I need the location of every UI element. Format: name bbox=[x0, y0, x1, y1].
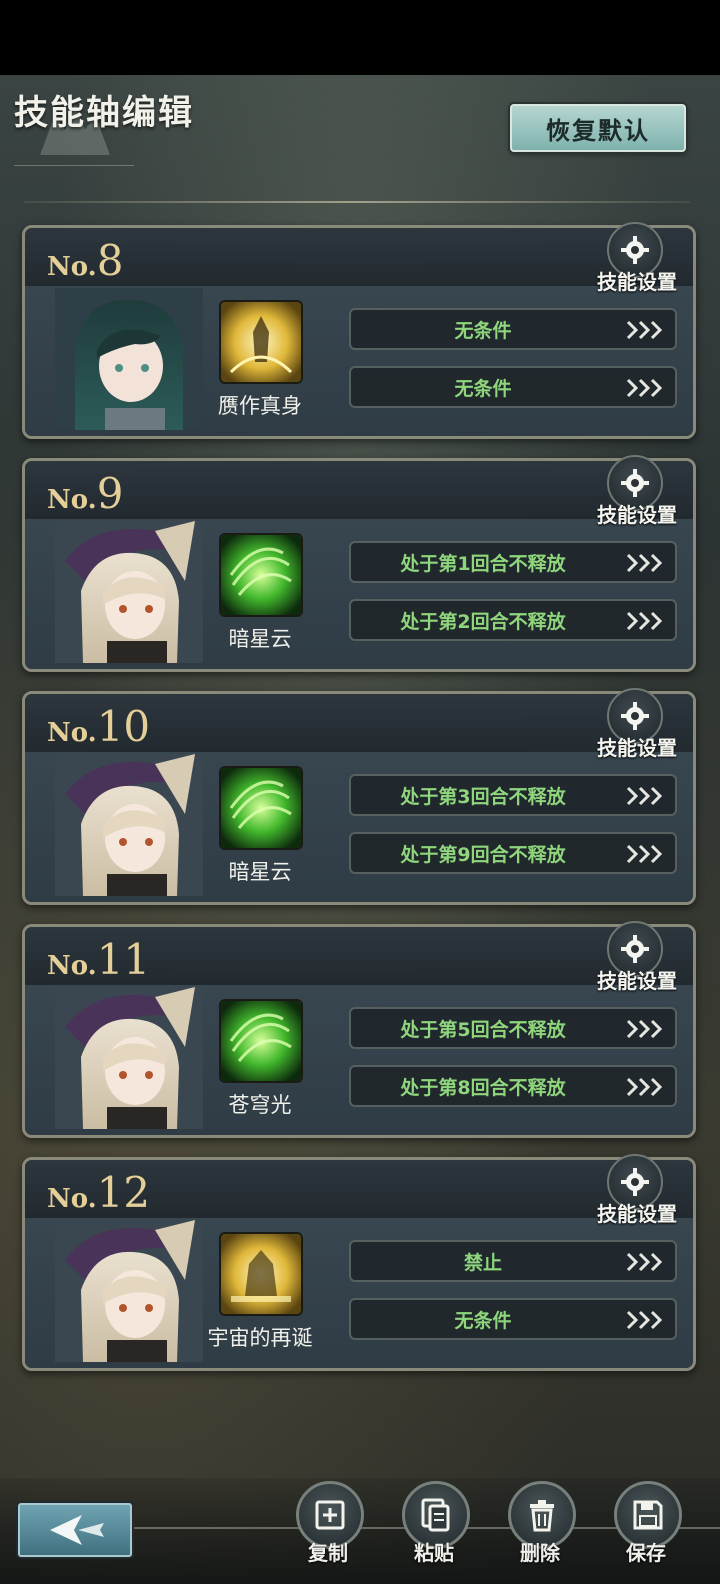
condition-button[interactable]: 无条件 bbox=[349, 1298, 677, 1340]
slot-number: No.11 bbox=[47, 935, 151, 984]
slot-number: No.8 bbox=[47, 236, 124, 285]
green-swirl-icon[interactable] bbox=[219, 533, 303, 617]
slot-number: No.12 bbox=[47, 1168, 151, 1217]
title-underline bbox=[14, 165, 134, 166]
condition-button[interactable]: 处于第1回合不释放 bbox=[349, 541, 677, 583]
skill-name: 苍穹光 bbox=[228, 1093, 292, 1117]
triple-chevron-icon bbox=[626, 320, 663, 340]
skill-settings-label[interactable]: 技能设置 bbox=[595, 1198, 679, 1227]
skill-name: 暗星云 bbox=[228, 627, 292, 651]
skill-slot-card: No.12 技能设置 宇宙的再诞 禁止 无条件 bbox=[22, 1154, 696, 1371]
skill-settings-label[interactable]: 技能设置 bbox=[595, 266, 679, 295]
skill-settings-label[interactable]: 技能设置 bbox=[595, 732, 679, 761]
condition-button[interactable]: 禁止 bbox=[349, 1240, 677, 1282]
character-portrait bbox=[55, 987, 203, 1129]
triple-chevron-icon bbox=[626, 1310, 663, 1330]
paste-button[interactable]: 粘贴 bbox=[400, 1481, 470, 1581]
triple-chevron-icon bbox=[626, 844, 663, 864]
skill-name: 宇宙的再诞 bbox=[207, 1326, 313, 1350]
triple-chevron-icon bbox=[626, 378, 663, 398]
character-portrait bbox=[55, 754, 203, 896]
golden-figure-icon[interactable] bbox=[219, 300, 303, 384]
triple-chevron-icon bbox=[626, 1019, 663, 1039]
card-header bbox=[25, 461, 693, 519]
triple-chevron-icon bbox=[626, 786, 663, 806]
condition-button[interactable]: 处于第3回合不释放 bbox=[349, 774, 677, 816]
reset-default-button[interactable]: 恢复默认 bbox=[510, 104, 686, 152]
triple-chevron-icon bbox=[626, 1077, 663, 1097]
delete-label: 删除 bbox=[520, 1541, 560, 1565]
skill-slot-card: No.10 技能设置 暗星云 处于第3回合不释放 处于第9回合不释放 bbox=[22, 688, 696, 905]
back-arrow-icon bbox=[50, 1515, 104, 1545]
skill-settings-label[interactable]: 技能设置 bbox=[595, 965, 679, 994]
skill-settings-label[interactable]: 技能设置 bbox=[595, 499, 679, 528]
condition-button[interactable]: 处于第5回合不释放 bbox=[349, 1007, 677, 1049]
slot-number: No.10 bbox=[47, 702, 151, 751]
condition-button[interactable]: 处于第9回合不释放 bbox=[349, 832, 677, 874]
condition-button[interactable]: 处于第2回合不释放 bbox=[349, 599, 677, 641]
character-portrait bbox=[55, 521, 203, 663]
header-divider bbox=[24, 201, 690, 203]
skill-slot-card: No.11 技能设置 苍穹光 处于第5回合不释放 处于第8回合不释放 bbox=[22, 921, 696, 1138]
card-header bbox=[25, 228, 693, 286]
green-swirl-icon[interactable] bbox=[219, 766, 303, 850]
golden-knight-icon[interactable] bbox=[219, 1232, 303, 1316]
triple-chevron-icon bbox=[626, 611, 663, 631]
skill-name: 暗星云 bbox=[228, 860, 292, 884]
slot-number: No.9 bbox=[47, 469, 124, 518]
page-title: 技能轴编辑 bbox=[14, 93, 194, 133]
green-swirl-icon[interactable] bbox=[219, 999, 303, 1083]
back-button[interactable] bbox=[18, 1503, 132, 1557]
paste-label: 粘贴 bbox=[414, 1541, 454, 1565]
triple-chevron-icon bbox=[626, 553, 663, 573]
condition-button[interactable]: 处于第8回合不释放 bbox=[349, 1065, 677, 1107]
condition-button[interactable]: 无条件 bbox=[349, 308, 677, 350]
skill-slot-card: No.8 技能设置 赝作真身 无条件 无条件 bbox=[22, 222, 696, 439]
delete-button[interactable]: 删除 bbox=[506, 1481, 576, 1581]
status-bar-area bbox=[0, 0, 720, 75]
save-label: 保存 bbox=[626, 1541, 666, 1565]
condition-button[interactable]: 无条件 bbox=[349, 366, 677, 408]
skill-slot-card: No.9 技能设置 暗星云 处于第1回合不释放 处于第2回合不释放 bbox=[22, 455, 696, 672]
copy-button[interactable]: 复制 bbox=[294, 1481, 364, 1581]
save-button[interactable]: 保存 bbox=[612, 1481, 682, 1581]
triple-chevron-icon bbox=[626, 1252, 663, 1272]
copy-label: 复制 bbox=[308, 1541, 348, 1565]
character-portrait bbox=[55, 1220, 203, 1362]
skill-name: 赝作真身 bbox=[218, 394, 302, 418]
character-portrait bbox=[55, 288, 203, 430]
